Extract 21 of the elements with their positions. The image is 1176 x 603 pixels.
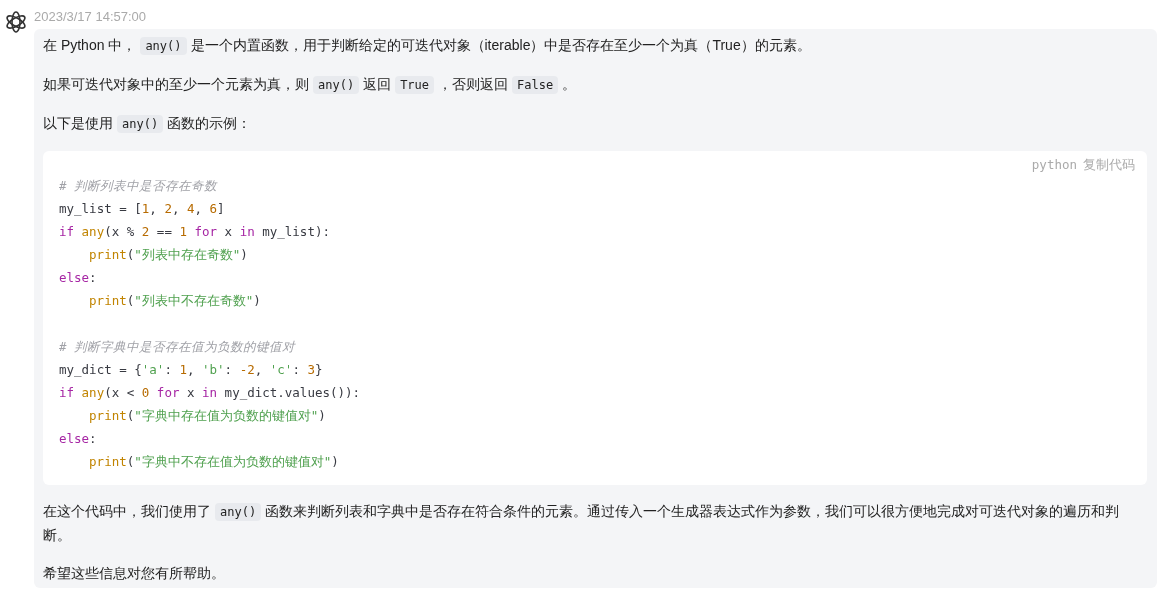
code-line: # 判断字典中是否存在值为负数的键值对 — [59, 338, 297, 356]
code-line: if any(x < 0 for x in my_dict.values()): — [59, 384, 362, 402]
language-label: python — [1031, 156, 1077, 174]
paragraph: 在这个代码中，我们使用了 any() 函数来判断列表和字典中是否存在符合条件的元素。通过传入一个生成器表达式作为参数，我们可以很方便地完成对可迭代对象的遍历和判断。 — [43, 502, 1121, 545]
code-line: else: — [59, 430, 98, 448]
paragraph: 在 Python 中， any() 是一个内置函数，用于判断给定的可迭代对象（iterable）中是否存在至少一个为真（True）的元素。 — [43, 36, 812, 57]
code-line: else: — [59, 269, 98, 287]
copy-code-button[interactable]: 复制代码 — [1083, 155, 1135, 174]
code-line: print("字典中存在值为负数的键值对") — [88, 407, 327, 425]
paragraph: 如果可迭代对象中的至少一个元素为真，则 any() 返回 True ，否则返回 False 。 — [43, 75, 578, 96]
paragraph: 希望这些信息对您有所帮助。 — [43, 564, 226, 583]
logo-icon — [4, 10, 28, 34]
paragraph: 以下是使用 any() 函数的示例： — [43, 114, 253, 135]
code-line: # 判断列表中是否存在奇数 — [59, 177, 219, 195]
code-line: print("字典中不存在值为负数的键值对") — [88, 453, 340, 471]
code-line: print("列表中不存在奇数") — [88, 292, 262, 310]
timestamp: 2023/3/17 14:57:00 — [34, 8, 148, 26]
code-line: print("列表中存在奇数") — [88, 246, 249, 264]
code-line: my_dict = {'a': 1, 'b': -2, 'c': 3} — [59, 361, 324, 379]
code-line: my_list = [1, 2, 4, 6] — [59, 200, 226, 218]
code-line: if any(x % 2 == 1 for x in my_list): — [59, 223, 331, 241]
